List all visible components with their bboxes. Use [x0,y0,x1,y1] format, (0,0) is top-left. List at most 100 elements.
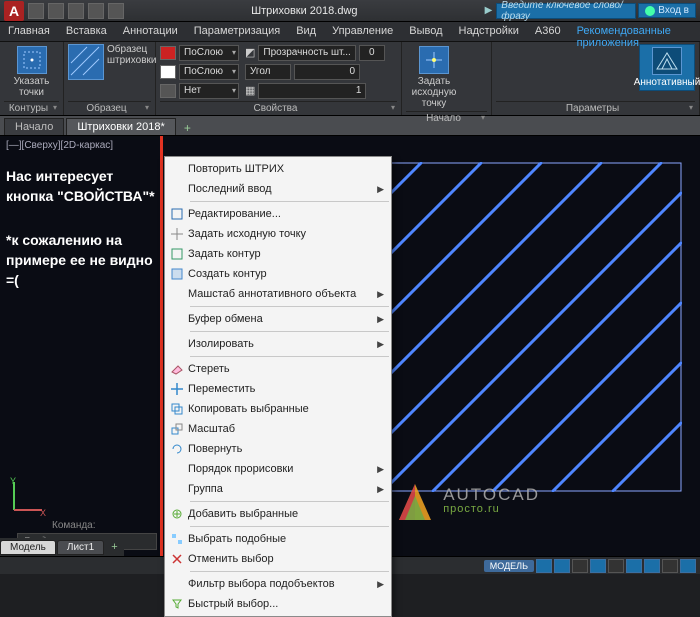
angle-value[interactable]: 0 [294,64,360,80]
cm-move[interactable]: Переместить [166,379,390,399]
user-icon [645,6,655,16]
set-origin-button[interactable]: Задать исходную точку [406,44,462,111]
quick-select-icon [166,596,188,612]
ribbon-tab-parametric[interactable]: Параметризация [186,22,288,41]
copy-icon [166,401,188,417]
ribbon-tab-manage[interactable]: Управление [324,22,401,41]
hatch-type-dropdown[interactable]: Нет [179,83,239,99]
scale-icon: ▦ [245,84,255,97]
edit-icon [166,206,188,222]
status-ws-icon[interactable] [662,559,678,573]
cm-draw-order[interactable]: Порядок прорисовки▶ [166,459,390,479]
status-model-button[interactable]: МОДЕЛЬ [484,560,534,572]
pick-points-button[interactable]: Указать точки [4,44,59,100]
cm-set-boundary[interactable]: Задать контур [166,244,390,264]
viewport-label[interactable]: [—][Сверху][2D-каркас] [6,140,113,151]
layer-dropdown[interactable]: ПоСлою [179,45,239,61]
status-lwt-icon[interactable] [626,559,642,573]
sheet-tabs: Модель Лист1 + [0,538,124,556]
scale-icon [166,421,188,437]
status-custom-icon[interactable] [680,559,696,573]
ucs-icon[interactable]: Y X [8,476,48,516]
cm-isolate[interactable]: Изолировать▶ [166,334,390,354]
ribbon-tab-addons[interactable]: Надстройки [451,22,527,41]
ribbon-tab-output[interactable]: Вывод [401,22,450,41]
pick-points-icon [17,46,47,74]
panel-title-origin[interactable]: Начало▾ [406,111,487,124]
sheet-tab-sheet1[interactable]: Лист1 [57,540,104,555]
status-grid-icon[interactable] [536,559,552,573]
annotative-button[interactable]: Аннотативный [639,44,695,91]
transparency-value[interactable]: 0 [359,45,385,61]
cm-annotative-scale[interactable]: Машстаб аннотативного объекта▶ [166,284,390,304]
scale-value[interactable]: 1 [258,83,366,99]
new-icon[interactable] [28,3,44,19]
status-polar-icon[interactable] [590,559,606,573]
color-none-swatch[interactable] [160,84,176,98]
annotative-label: Аннотативный [634,77,700,88]
panel-title-pattern[interactable]: Образец▾ [68,101,151,114]
sign-in-button[interactable]: Вход в [638,3,696,18]
status-osnap-icon[interactable] [608,559,624,573]
make-boundary-icon [166,266,188,282]
chevron-down-icon: ▾ [481,113,487,122]
cm-group[interactable]: Группа▶ [166,479,390,499]
cm-edit[interactable]: Редактирование... [166,204,390,224]
angle-label: Угол [245,64,291,80]
ribbon: Указать точки Контуры▾ Образец штриховки… [0,42,700,116]
status-ortho-icon[interactable] [572,559,588,573]
cm-copy[interactable]: Копировать выбранные [166,399,390,419]
doc-tab-start[interactable]: Начало [4,118,64,135]
app-logo[interactable]: А [4,1,24,21]
cm-make-boundary[interactable]: Создать контур [166,264,390,284]
cm-recent-input[interactable]: Последний ввод▶ [166,179,390,199]
cm-set-origin[interactable]: Задать исходную точку [166,224,390,244]
hatch-swatch-label: Образец штриховки [107,44,156,66]
doc-tab-current[interactable]: Штриховки 2018* [66,118,175,135]
set-origin-label: Задать исходную точку [408,76,460,109]
redo-icon[interactable] [108,3,124,19]
context-menu: Повторить ШТРИХ Последний ввод▶ Редактир… [164,156,392,617]
transparency-input[interactable]: Прозрачность шт... [258,45,355,61]
svg-text:X: X [40,508,46,516]
cm-quick-select[interactable]: Быстрый выбор... [166,594,390,614]
ribbon-tab-annotate[interactable]: Аннотации [115,22,186,41]
open-icon[interactable] [48,3,64,19]
hatch-pattern-swatch[interactable] [68,44,104,80]
chevron-down-icon: ▾ [391,103,397,112]
ribbon-tab-view[interactable]: Вид [288,22,324,41]
submenu-arrow-icon: ▶ [377,339,384,350]
cm-rotate[interactable]: Повернуть [166,439,390,459]
color-white-swatch[interactable] [160,65,176,79]
panel-title-properties[interactable]: Свойства▾ [160,101,397,114]
color-dropdown[interactable]: ПоСлою [179,64,239,80]
cm-erase[interactable]: Стереть [166,359,390,379]
color-swatch[interactable] [160,46,176,60]
status-annot-icon[interactable] [644,559,660,573]
cm-repeat[interactable]: Повторить ШТРИХ [166,159,390,179]
doc-tab-add[interactable]: + [178,121,197,135]
submenu-arrow-icon: ▶ [377,289,384,300]
ribbon-tab-home[interactable]: Главная [0,22,58,41]
panel-title-options[interactable]: Параметры▾ [496,101,695,114]
undo-icon[interactable] [88,3,104,19]
sheet-add-button[interactable]: + [105,541,123,553]
ribbon-tab-insert[interactable]: Вставка [58,22,115,41]
panel-title-contours[interactable]: Контуры▾ [4,101,59,114]
submenu-arrow-icon: ▶ [377,314,384,325]
sheet-tab-model[interactable]: Модель [0,540,56,555]
help-search-input[interactable]: Введите ключевое слово/фразу [496,3,636,19]
chevron-down-icon: ▾ [145,103,151,112]
status-snap-icon[interactable] [554,559,570,573]
cm-scale[interactable]: Масштаб [166,419,390,439]
save-icon[interactable] [68,3,84,19]
annotation-line [160,136,163,556]
ribbon-tab-recommended[interactable]: Рекомендованные приложения [569,22,700,41]
cm-add-selected[interactable]: Добавить выбранные [166,504,390,524]
cm-subobject-filter[interactable]: Фильтр выбора подобъектов▶ [166,574,390,594]
svg-text:Y: Y [10,476,16,486]
ribbon-tab-a360[interactable]: A360 [527,22,569,41]
cm-deselect[interactable]: Отменить выбор [166,549,390,569]
cm-clipboard[interactable]: Буфер обмена▶ [166,309,390,329]
cm-select-similar[interactable]: Выбрать подобные [166,529,390,549]
